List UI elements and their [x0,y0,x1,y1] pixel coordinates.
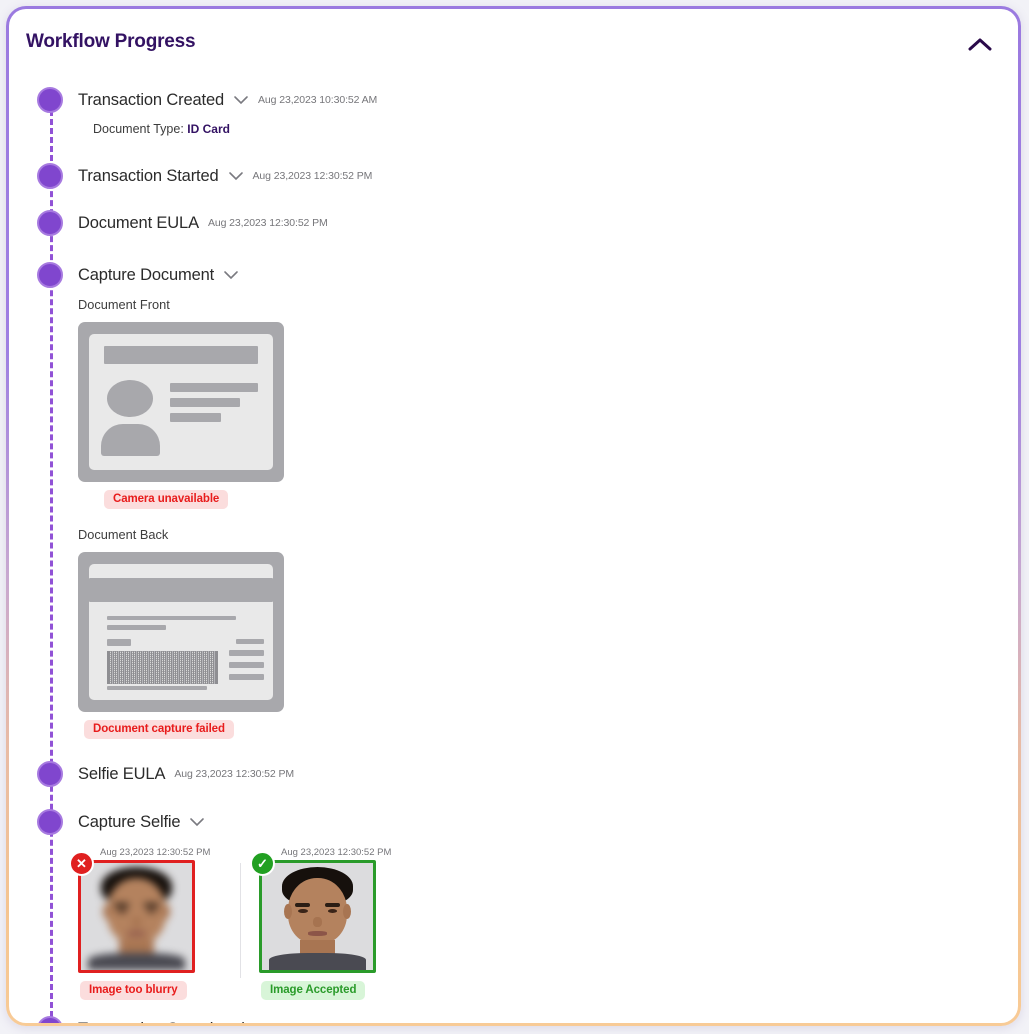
document-front-thumbnail[interactable] [78,322,284,482]
card-header: Workflow Progress [9,9,1018,57]
timeline-node-transaction-created: Transaction Created Aug 23,2023 10:30:52… [37,87,1018,136]
chevron-down-icon[interactable] [228,171,244,181]
timeline-dot [37,163,63,189]
node-timestamp: Aug 23,2023 12:30:52 PM [174,768,295,780]
selfie-image-accepted[interactable] [259,860,376,973]
circle-check-icon: ✓ [250,851,275,876]
timeline-node-capture-document: Capture Document Document Front Camera u… [37,262,1018,739]
timeline-dot [37,809,63,835]
face-photo [81,863,192,970]
node-title: Capture Selfie [78,812,181,831]
node-timestamp: Aug 23,2023 12:30:52 PM [207,217,328,229]
timeline-dot [37,87,63,113]
timeline-node-capture-selfie: Capture Selfie Aug 23,2023 12:30:52 PM ✕ [37,809,1018,1000]
document-back-label: Document Back [78,527,169,542]
id-text-line [107,638,132,646]
id-avatar-body [100,423,160,457]
id-text-line [169,412,222,423]
chevron-down-icon[interactable] [189,817,205,827]
node-title: Transaction Created [78,90,225,109]
timeline-node-transaction-started: Transaction Started Aug 23,2023 12:30:52… [37,163,1018,189]
timeline-node-selfie-eula: Selfie EULA Aug 23,2023 12:30:52 PM [37,761,1018,787]
node-title: Transaction Started [78,166,219,185]
workflow-progress-card: Workflow Progress Transaction Created Au… [6,6,1021,1026]
status-badge: Document capture failed [84,720,234,739]
node-title: Capture Document [78,265,215,284]
selfie-image-rejected[interactable] [78,860,195,973]
selfie-item: Aug 23,2023 12:30:52 PM ✓ Image Accepted [250,847,419,1000]
document-back-thumbnail[interactable] [78,552,284,712]
id-avatar-head [107,380,154,417]
node-title: Document EULA [78,213,199,232]
id-header-band [103,346,259,364]
chevron-down-icon[interactable] [233,95,249,105]
id-text-line [107,686,207,690]
timeline-node-document-eula: Document EULA Aug 23,2023 12:30:52 PM [37,210,1018,236]
chevron-up-icon [967,37,995,53]
id-text-line [228,674,264,681]
timeline-dot [37,1016,63,1023]
chevron-down-icon[interactable] [223,270,239,280]
document-front-label: Document Front [78,297,170,312]
node-timestamp: Aug 23,2023 12:30:52 PM [252,170,373,182]
face-photo [262,863,373,970]
timeline-dot [37,262,63,288]
id-text-line [169,382,259,393]
document-type-label: Document Type: [93,122,184,136]
selfie-item: Aug 23,2023 12:30:52 PM ✕ Image too blur… [69,847,238,1000]
id-text-line [228,649,264,656]
document-back-status-wrap: Document capture failed [84,712,1018,739]
selfie-gallery: Aug 23,2023 12:30:52 PM ✕ Image too blur… [69,847,1018,1000]
status-badge: Image too blurry [80,981,187,1000]
id-text-line [228,661,264,669]
collapse-toggle-button[interactable] [967,34,995,56]
status-badge: Camera unavailable [104,490,229,509]
timeline-dot [37,761,63,787]
node-title: Selfie EULA [78,764,166,783]
document-type-value: ID Card [187,122,230,136]
selfie-timestamp: Aug 23,2023 12:30:52 PM [100,847,211,858]
selfie-timestamp: Aug 23,2023 12:30:52 PM [281,847,392,858]
timeline-node-transaction-completed: Transaction Completed Aug 23,2023 12:30:… [37,1016,1018,1024]
id-text-line [107,625,167,630]
node-title: Transaction Completed [78,1020,245,1024]
workflow-timeline: Transaction Created Aug 23,2023 10:30:52… [37,87,1018,1024]
document-type-row: Document Type: ID Card [93,122,1018,136]
barcode-icon [107,651,218,684]
timeline-dot [37,210,63,236]
id-magnetic-stripe [89,577,273,603]
selfie-divider [240,863,241,978]
id-text-line [236,638,264,645]
circle-x-icon: ✕ [69,851,94,876]
status-badge: Image Accepted [261,981,366,1000]
node-timestamp: Aug 23,2023 10:30:52 AM [258,94,378,106]
id-text-line [169,397,240,408]
page-title: Workflow Progress [26,31,196,52]
document-front-status-wrap: Camera unavailable [104,482,1018,509]
id-text-line [107,615,237,621]
